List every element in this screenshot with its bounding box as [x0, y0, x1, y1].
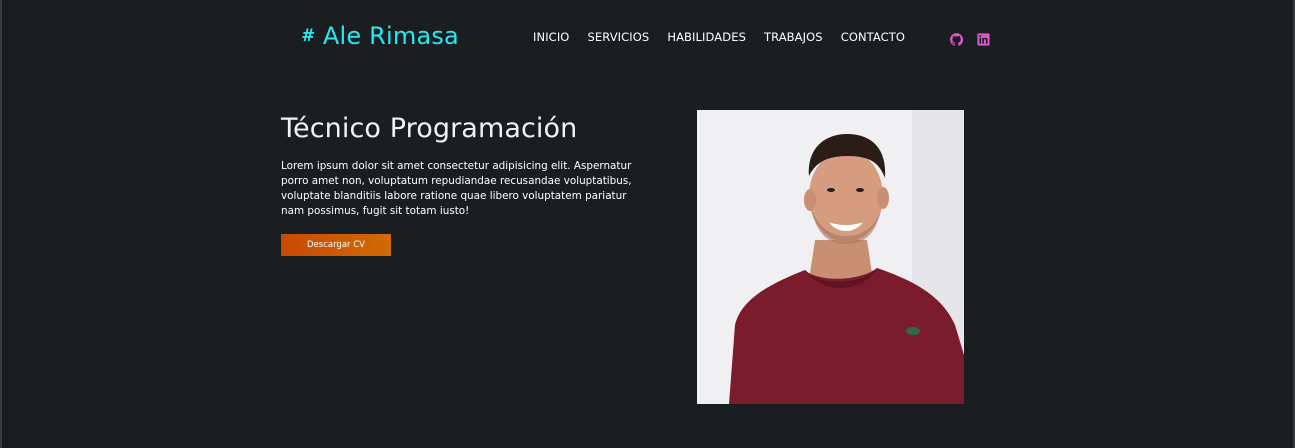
hero-description: Lorem ipsum dolor sit amet consectetur a… [281, 160, 632, 217]
main-nav: INICIO SERVICIOS HABILIDADES TRABAJOS CO… [533, 30, 905, 44]
nav-item-trabajos[interactable]: TRABAJOS [764, 30, 823, 44]
logo-hash-icon: # [301, 26, 313, 46]
social-links [950, 31, 990, 46]
nav-item-inicio[interactable]: INICIO [533, 30, 569, 44]
nav-item-servicios[interactable]: SERVICIOS [587, 30, 649, 44]
hero-title: Técnico Programación [281, 113, 578, 144]
page: # Ale Rimasa INICIO SERVICIOS HABILIDADE… [0, 0, 1295, 448]
profile-photo [697, 110, 964, 404]
nav-item-contacto[interactable]: CONTACTO [841, 30, 905, 44]
linkedin-icon[interactable] [977, 31, 990, 46]
logo-name: Ale Rimasa [322, 22, 459, 50]
nav-item-habilidades[interactable]: HABILIDADES [667, 30, 746, 44]
site-logo[interactable]: # Ale Rimasa [301, 22, 459, 50]
github-icon[interactable] [950, 31, 964, 46]
download-cv-button[interactable]: Descargar CV [281, 234, 391, 256]
